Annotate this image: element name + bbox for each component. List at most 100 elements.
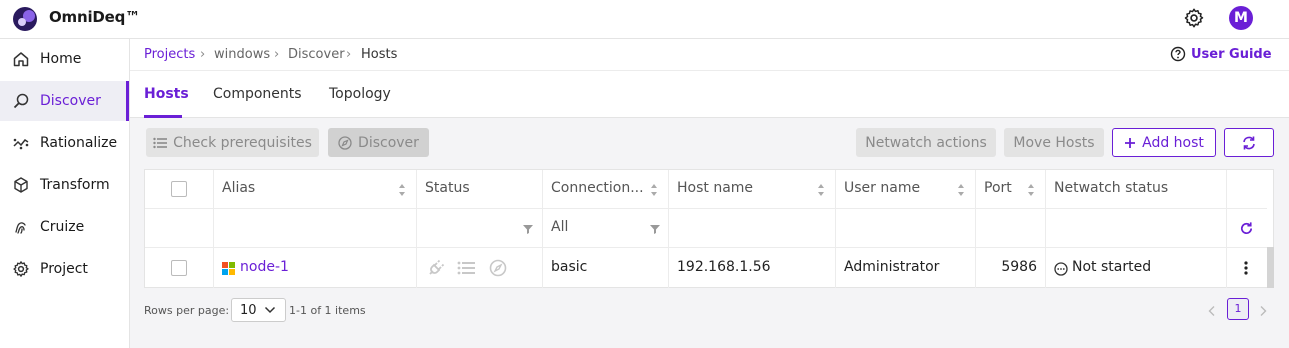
- cube-icon: [14, 177, 28, 193]
- breadcrumb-windows[interactable]: windows: [214, 47, 270, 62]
- row-checkbox[interactable]: [171, 260, 187, 276]
- port-value: 5986: [1001, 259, 1037, 275]
- plug-icon[interactable]: [427, 259, 445, 277]
- sort-icon[interactable]: [1027, 183, 1035, 197]
- reload-icon[interactable]: [1239, 221, 1254, 236]
- gear-icon: [13, 261, 29, 277]
- column-header-label: Port: [984, 180, 1012, 196]
- rows-per-page-select[interactable]: 10: [231, 298, 286, 322]
- table-cell-port: 5986: [976, 247, 1046, 288]
- sidebar-item-discover[interactable]: Discover: [0, 81, 129, 121]
- breadcrumb-separator: ›: [274, 47, 280, 62]
- column-header-label: Netwatch status: [1054, 180, 1169, 196]
- add-host-button[interactable]: Add host: [1112, 128, 1216, 157]
- user-avatar[interactable]: M: [1229, 6, 1253, 30]
- hosts-content: Check prerequisites Discover Netwatch ac…: [130, 118, 1289, 348]
- host-alias-link[interactable]: node-1: [240, 259, 289, 275]
- sidebar-item-label: Transform: [40, 177, 110, 193]
- add-host-label: Add host: [1142, 134, 1204, 151]
- table-cell-user-name: Administrator: [836, 247, 976, 288]
- breadcrumb-separator: ›: [346, 47, 352, 62]
- compass-icon[interactable]: [489, 259, 507, 277]
- page-button-current[interactable]: 1: [1227, 298, 1249, 320]
- check-prerequisites-label: Check prerequisites: [173, 134, 312, 151]
- tab-topology[interactable]: Topology: [329, 86, 391, 102]
- checklist-icon[interactable]: [457, 261, 475, 275]
- filter-cell-netwatch: [1046, 208, 1227, 247]
- sort-icon[interactable]: [817, 183, 825, 197]
- filter-cell-status[interactable]: [417, 208, 543, 247]
- sort-icon[interactable]: [957, 183, 965, 197]
- column-header-port[interactable]: Port: [976, 170, 1046, 208]
- breadcrumb-projects[interactable]: Projects: [144, 47, 195, 62]
- table-cell-alias: node-1: [214, 247, 417, 288]
- filter-cell-host-name: [669, 208, 836, 247]
- previous-page-icon[interactable]: [1207, 305, 1217, 317]
- column-header-label: Host name: [677, 180, 754, 196]
- breadcrumb-discover[interactable]: Discover: [288, 47, 345, 62]
- table-cell-host-name: 192.168.1.56: [669, 247, 836, 288]
- windows-icon: [222, 262, 235, 275]
- sort-icon[interactable]: [650, 183, 658, 197]
- column-header-alias[interactable]: Alias: [214, 170, 417, 208]
- rationalize-icon: [13, 138, 29, 150]
- app-logo-icon[interactable]: [12, 6, 38, 32]
- sidebar-item-home[interactable]: Home: [0, 39, 129, 79]
- sidebar-item-transform[interactable]: Transform: [0, 165, 129, 205]
- chevron-down-icon: [264, 306, 276, 314]
- connection-value: basic: [551, 259, 588, 275]
- sidebar-item-cruize[interactable]: Cruize: [0, 207, 129, 247]
- refresh-button[interactable]: [1224, 128, 1274, 157]
- filter-cell-alias: [214, 208, 417, 247]
- column-header-host-name[interactable]: Host name: [669, 170, 836, 208]
- plus-icon: [1125, 137, 1136, 148]
- netwatch-actions-button[interactable]: Netwatch actions: [856, 128, 996, 157]
- next-page-icon[interactable]: [1258, 305, 1268, 317]
- sort-icon[interactable]: [398, 183, 406, 197]
- rows-per-page-label: Rows per page:: [144, 304, 230, 317]
- move-hosts-button[interactable]: Move Hosts: [1004, 128, 1104, 157]
- check-prerequisites-button[interactable]: Check prerequisites: [146, 128, 319, 157]
- help-circle-icon: [1170, 46, 1186, 62]
- filter-funnel-icon[interactable]: [523, 224, 533, 234]
- filter-cell-actions: [1227, 208, 1267, 247]
- user-name-value: Administrator: [844, 259, 940, 275]
- column-header-label: User name: [844, 180, 921, 196]
- column-header-label: Connection...: [551, 180, 644, 196]
- settings-gear-icon[interactable]: [1183, 7, 1205, 29]
- table-row-select: [145, 247, 214, 288]
- sidebar-item-label: Project: [40, 261, 88, 277]
- fingerprint-icon: [15, 222, 26, 234]
- connection-filter-value: All: [551, 219, 569, 235]
- select-all-header: [145, 170, 214, 208]
- column-header-netwatch-status[interactable]: Netwatch status: [1046, 170, 1227, 208]
- sidebar-item-label: Discover: [40, 93, 101, 109]
- top-header: OmniDeq™ M: [0, 0, 1289, 39]
- column-header-label: Status: [425, 180, 470, 196]
- more-circle-icon: [1054, 262, 1068, 276]
- column-header-status[interactable]: Status: [417, 170, 543, 208]
- filter-cell-port: [976, 208, 1046, 247]
- breadcrumb: Projects › windows › Discover › Hosts Us…: [130, 39, 1289, 71]
- hosts-table: Alias Status Connection... Host name Use…: [144, 169, 1274, 288]
- discover-button[interactable]: Discover: [328, 128, 429, 157]
- sidebar-item-rationalize[interactable]: Rationalize: [0, 123, 129, 163]
- column-header-user-name[interactable]: User name: [836, 170, 976, 208]
- filter-funnel-icon[interactable]: [650, 224, 660, 234]
- kebab-menu-icon[interactable]: [1244, 260, 1248, 276]
- filter-cell-connection[interactable]: All: [543, 208, 669, 247]
- table-scrollbar[interactable]: [1267, 247, 1274, 288]
- column-header-connection[interactable]: Connection...: [543, 170, 669, 208]
- items-range: 1-1 of 1 items: [289, 304, 366, 317]
- select-all-checkbox[interactable]: [171, 181, 187, 197]
- sidebar-item-label: Cruize: [40, 219, 85, 235]
- tab-hosts[interactable]: Hosts: [144, 86, 189, 102]
- user-guide-link[interactable]: User Guide: [1170, 46, 1272, 62]
- discover-label: Discover: [358, 134, 419, 151]
- sidebar-item-label: Home: [40, 51, 82, 67]
- netwatch-actions-label: Netwatch actions: [865, 134, 987, 151]
- table-cell-actions: [1227, 247, 1267, 288]
- sidebar-item-project[interactable]: Project: [0, 249, 129, 289]
- home-icon: [13, 52, 29, 67]
- tab-components[interactable]: Components: [213, 86, 302, 102]
